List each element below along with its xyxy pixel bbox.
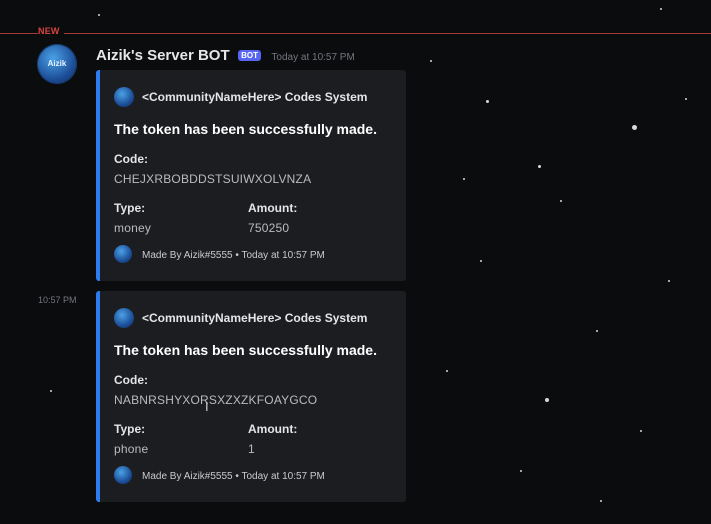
embed-footer-text: Made By Aizik#5555 • Today at 10:57 PM — [142, 471, 325, 482]
embed-title: The token has been successfully made. — [114, 342, 377, 358]
new-messages-divider — [0, 33, 711, 34]
field-code-value: NABNRSHYXORSXZXZKFOAYGCO — [114, 393, 318, 407]
bot-tag: BOT — [238, 50, 261, 61]
field-code-label: Code: — [114, 373, 148, 387]
embed-footer: Made By Aizik#5555 • Today at 10:57 PM — [114, 466, 325, 484]
field-amount-label: Amount: — [248, 422, 298, 436]
embed-card: <CommunityNameHere> Codes System The tok… — [96, 291, 406, 502]
field-type-value: phone — [114, 442, 149, 456]
field-amount-label: Amount: — [248, 201, 298, 215]
message-header: Aizik's Server BOT BOT Today at 10:57 PM — [96, 47, 355, 65]
bot-avatar[interactable]: Aizik — [37, 44, 77, 84]
footer-avatar — [114, 245, 132, 263]
embed-author: <CommunityNameHere> Codes System — [114, 87, 367, 107]
embed-author-name: <CommunityNameHere> Codes System — [142, 311, 368, 325]
embed-author-name: <CommunityNameHere> Codes System — [142, 90, 368, 104]
field-amount-value: 1 — [248, 442, 255, 456]
message-timestamp[interactable]: Today at 10:57 PM — [271, 52, 354, 63]
field-type-label: Type: — [114, 422, 146, 436]
field-type-label: Type: — [114, 201, 146, 215]
field-code-value: CHEJXRBOBDDSTSUIWXOLVNZA — [114, 172, 312, 186]
embed-card: <CommunityNameHere> Codes System The tok… — [96, 70, 406, 281]
field-amount-value: 750250 — [248, 221, 290, 235]
embed-title: The token has been successfully made. — [114, 121, 377, 137]
chat-area: NEW Aizik Aizik's Server BOT BOT Today a… — [0, 0, 711, 524]
new-messages-label: NEW — [38, 26, 64, 36]
embed-author: <CommunityNameHere> Codes System — [114, 308, 367, 328]
field-code-label: Code: — [114, 152, 148, 166]
avatar-text: Aizik — [47, 59, 67, 68]
embed-author-avatar — [114, 308, 134, 328]
author-username[interactable]: Aizik's Server BOT — [96, 47, 230, 64]
embed-footer: Made By Aizik#5555 • Today at 10:57 PM — [114, 245, 325, 263]
embed-author-avatar — [114, 87, 134, 107]
embed-footer-text: Made By Aizik#5555 • Today at 10:57 PM — [142, 250, 325, 261]
text-cursor-icon: I — [205, 399, 209, 414]
footer-avatar — [114, 466, 132, 484]
field-type-value: money — [114, 221, 152, 235]
hover-timestamp: 10:57 PM — [38, 295, 77, 305]
